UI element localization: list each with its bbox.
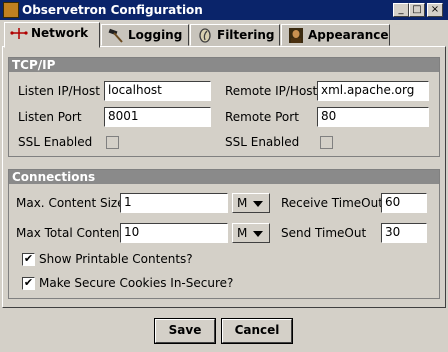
remote-host-label: Remote IP/Host	[225, 84, 318, 98]
tab-appearance[interactable]: Appearance	[281, 24, 390, 46]
chevron-down-icon	[253, 231, 263, 237]
max-total-unit-select[interactable]: M	[232, 223, 270, 243]
maximize-icon: □	[412, 4, 422, 15]
save-button[interactable]: Save	[154, 318, 216, 344]
network-icon	[10, 28, 28, 39]
show-printable-checkbox[interactable]: ✔	[22, 253, 35, 266]
close-button[interactable]: ×	[427, 3, 443, 17]
max-total-content-field[interactable]: 10	[120, 223, 228, 243]
receive-timeout-label: Receive TimeOut	[281, 196, 383, 210]
app-icon	[3, 2, 19, 18]
filter-icon	[199, 28, 211, 43]
remote-host-field[interactable]: xml.apache.org	[317, 81, 429, 101]
tab-filtering-label: Filtering	[217, 28, 275, 42]
max-content-unit-select[interactable]: M	[232, 193, 270, 213]
listen-port-label: Listen Port	[18, 110, 82, 124]
painting-icon	[289, 28, 303, 43]
max-content-size-label: Max. Content Size	[16, 196, 125, 210]
tab-content-panel: TCP/IP Listen IP/Host localhost Remote I…	[2, 46, 446, 308]
title-bar: Observetron Configuration _ □ ×	[0, 0, 448, 20]
maximize-button[interactable]: □	[409, 3, 425, 17]
secure-cookies-label: Make Secure Cookies In-Secure?	[39, 276, 234, 290]
max-total-content-label: Max Total Content	[16, 226, 125, 240]
close-icon: ×	[430, 4, 440, 15]
tab-logging[interactable]: Logging	[101, 24, 189, 46]
tab-network-label: Network	[31, 26, 89, 40]
ssl-enabled-left-checkbox[interactable]	[106, 136, 119, 149]
tcpip-group: TCP/IP Listen IP/Host localhost Remote I…	[8, 57, 440, 157]
max-total-unit-value: M	[237, 226, 248, 240]
ssl-enabled-right-label: SSL Enabled	[225, 135, 300, 149]
connections-group: Connections Max. Content Size 1 M Receiv…	[8, 169, 440, 299]
tab-appearance-label: Appearance	[308, 28, 389, 42]
tab-logging-label: Logging	[128, 28, 183, 42]
window-title: Observetron Configuration	[22, 3, 203, 17]
send-timeout-field[interactable]: 30	[381, 223, 427, 243]
listen-host-label: Listen IP/Host	[18, 84, 100, 98]
tab-strip: Network Logging Filtering Appearance	[0, 22, 448, 48]
tab-network[interactable]: Network	[4, 22, 100, 48]
listen-port-field[interactable]: 8001	[104, 107, 211, 127]
hammer-icon	[108, 28, 123, 43]
send-timeout-label: Send TimeOut	[281, 226, 367, 240]
minimize-button[interactable]: _	[393, 3, 409, 17]
max-content-size-field[interactable]: 1	[120, 193, 228, 213]
connections-group-title: Connections	[9, 170, 439, 184]
max-content-unit-value: M	[237, 196, 248, 210]
tcpip-group-title: TCP/IP	[9, 58, 439, 72]
checkmark-icon: ✔	[23, 252, 34, 265]
chevron-down-icon	[253, 201, 263, 207]
ssl-enabled-right-checkbox[interactable]	[320, 136, 333, 149]
remote-port-label: Remote Port	[225, 110, 299, 124]
receive-timeout-field[interactable]: 60	[381, 193, 427, 213]
remote-port-field[interactable]: 80	[317, 107, 429, 127]
minimize-icon: _	[398, 4, 404, 15]
ssl-enabled-left-label: SSL Enabled	[18, 135, 93, 149]
cancel-button[interactable]: Cancel	[221, 318, 293, 344]
secure-cookies-checkbox[interactable]: ✔	[22, 277, 35, 290]
tab-filtering[interactable]: Filtering	[190, 24, 280, 46]
checkmark-icon: ✔	[23, 276, 34, 289]
listen-host-field[interactable]: localhost	[104, 81, 211, 101]
show-printable-label: Show Printable Contents?	[39, 252, 193, 266]
